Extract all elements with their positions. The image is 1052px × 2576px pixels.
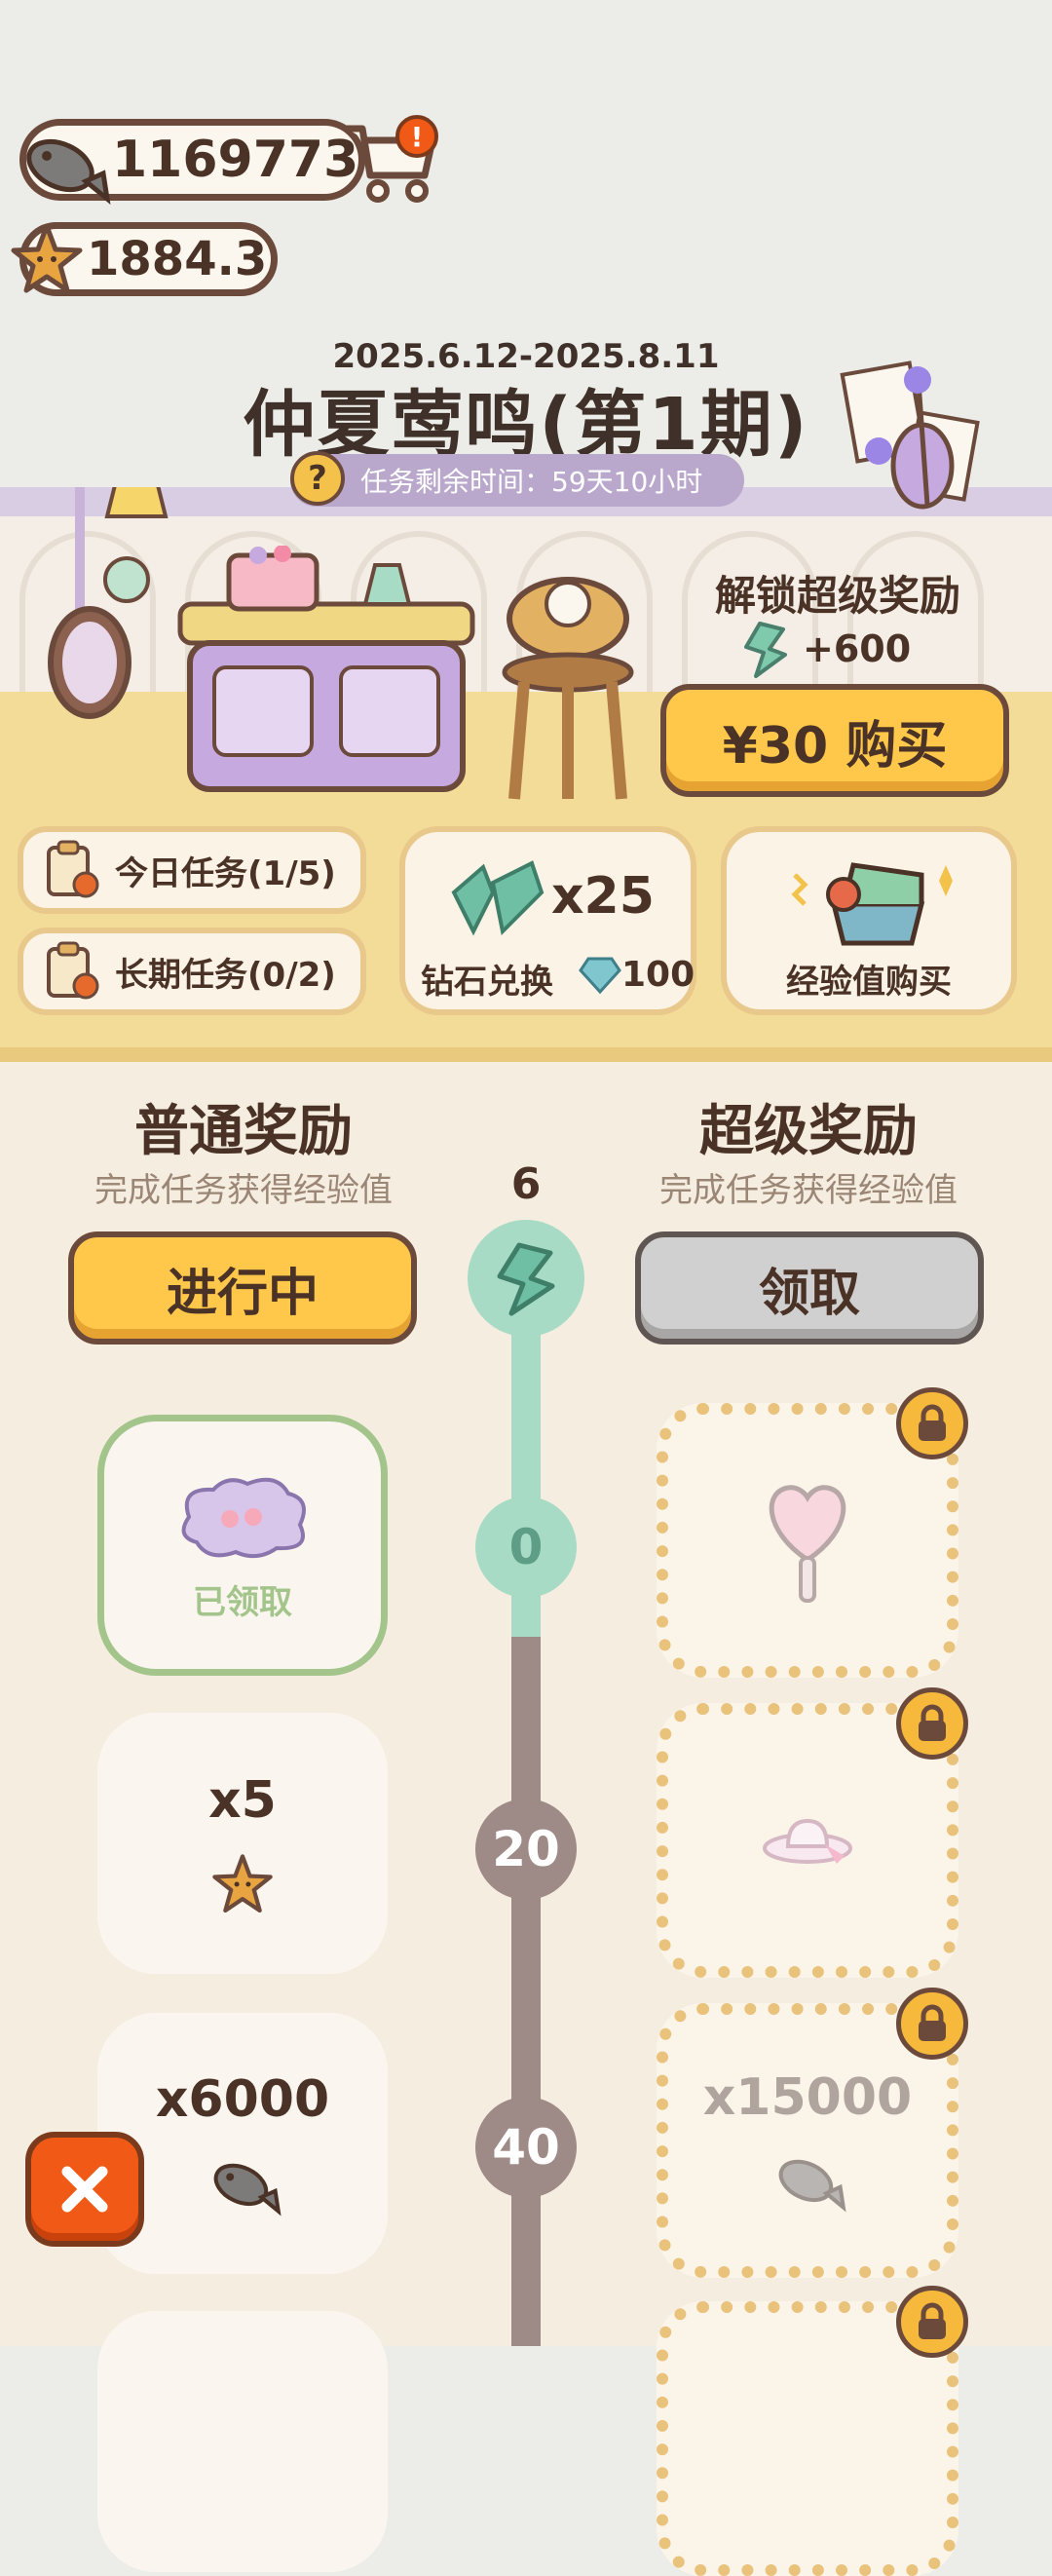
normal-reward-title: 普通奖励 [134, 1100, 353, 1163]
level-node: 20 [475, 1799, 577, 1900]
buy-super-button[interactable]: ¥30 购买 [660, 684, 1009, 797]
exp-buy-label: 经验值购买 [786, 963, 952, 1002]
exp-crystal-icon [497, 1242, 555, 1316]
level-node: 0 [475, 1496, 577, 1598]
diamond-cost: 100 [621, 955, 695, 995]
normal-reward-fish[interactable]: x6000 [97, 2013, 388, 2274]
normal-reward-claimed[interactable]: 已领取 [97, 1415, 388, 1676]
exp-bonus: +600 [740, 620, 911, 678]
clipboard-icon [47, 840, 99, 898]
daily-tasks-button[interactable]: 今日任务(1/5) [18, 826, 366, 914]
exp-crystal-icon [451, 860, 545, 936]
task-timer: ? 任务剩余时间：59天10小时 [290, 451, 744, 507]
fish-icon [213, 2163, 282, 2216]
level-node-current [468, 1220, 584, 1337]
claimed-label: 已领取 [193, 1582, 292, 1622]
progress-track-empty [511, 1637, 541, 2346]
diamond-exchange-card[interactable]: x25 钻石兑换 100 [399, 826, 696, 1015]
daily-tasks-label: 今日任务(1/5) [115, 853, 336, 893]
diamond-exchange-label: 钻石兑换 [421, 963, 553, 1002]
lock-icon [896, 1387, 968, 1459]
cake-table-decoration [177, 546, 475, 792]
exp-bonus-amount: +600 [803, 627, 912, 670]
normal-reward-next[interactable] [97, 2311, 388, 2572]
super-reward-subtitle: 完成任务获得经验值 [659, 1171, 958, 1210]
fish-icon [26, 138, 111, 205]
exp-crystal-icon [744, 622, 787, 678]
cushion-icon [181, 1477, 306, 1558]
help-icon[interactable]: ? [290, 451, 345, 506]
floor-edge [0, 1047, 1052, 1062]
star-amount: 1884.3 [87, 232, 268, 286]
close-button[interactable] [25, 2132, 144, 2247]
star-icon [212, 1854, 273, 1913]
reward-amount: x5 [208, 1771, 277, 1830]
claim-button[interactable]: 领取 [635, 1231, 984, 1345]
violin-decoration [840, 360, 980, 510]
shop-cart-button[interactable]: ! [341, 115, 438, 205]
lock-icon [896, 1687, 968, 1760]
reward-amount: x6000 [155, 2070, 330, 2129]
timer-text: 任务剩余时间：59天10小时 [360, 466, 703, 498]
close-icon [61, 2166, 108, 2213]
lamp-mirror-decoration [48, 487, 169, 719]
normal-reward-subtitle: 完成任务获得经验值 [94, 1171, 393, 1210]
unlock-super-label: 解锁超级奖励 [714, 572, 960, 620]
clipboard-icon [47, 941, 99, 1000]
super-reward-title: 超级奖励 [699, 1100, 918, 1163]
fish-amount: 1169773 [112, 131, 359, 189]
shop-alert-badge: ! [395, 115, 438, 158]
heart-mirror-icon [769, 1485, 846, 1603]
hat-icon [763, 1818, 852, 1864]
diamond-exchange-count: x25 [551, 867, 655, 926]
exp-buy-card[interactable]: 经验值购买 [721, 826, 1017, 1015]
gift-box-icon [791, 862, 953, 946]
long-tasks-label: 长期任务(0/2) [115, 955, 336, 995]
star-icon [11, 223, 83, 293]
super-reward-amount: x15000 [702, 2068, 913, 2127]
normal-reward-star[interactable]: x5 [97, 1713, 388, 1974]
diamond-icon [579, 957, 621, 995]
level-node: 40 [475, 2097, 577, 2198]
fish-icon [778, 2159, 846, 2213]
long-tasks-button[interactable]: 长期任务(0/2) [18, 928, 366, 1015]
lock-icon [896, 2286, 968, 2358]
lock-icon [896, 1988, 968, 2060]
current-level: 6 [510, 1159, 542, 1209]
in-progress-button[interactable]: 进行中 [68, 1231, 417, 1345]
basket-stool-decoration [502, 577, 634, 800]
